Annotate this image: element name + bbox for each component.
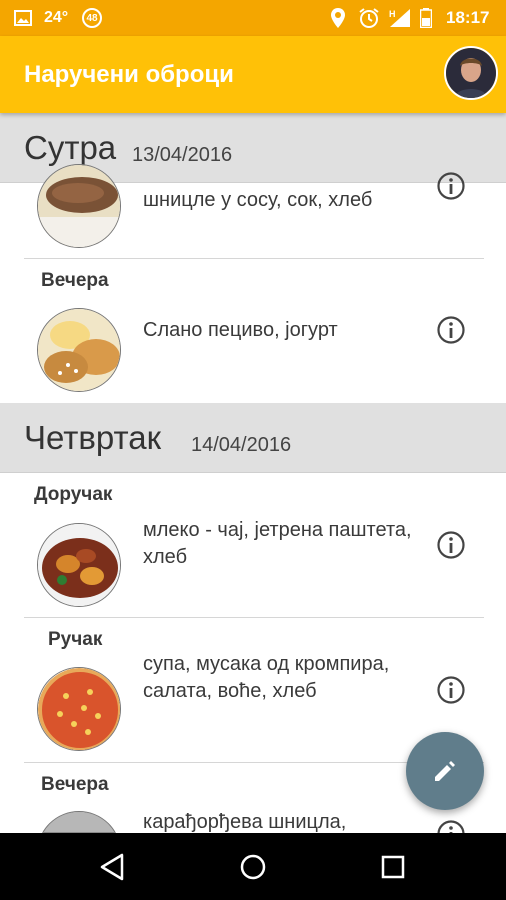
meal-description: млеко - чај, јетрена паштета, хлеб xyxy=(143,519,412,568)
meal-image xyxy=(37,164,121,248)
meal-label: Вечера xyxy=(41,270,109,291)
recents-icon[interactable] xyxy=(376,850,410,884)
meal-description: шницле у сосу, сок, хлеб xyxy=(143,189,373,211)
day-date: 13/04/2016 xyxy=(132,144,233,166)
network-type-text: H xyxy=(389,9,396,19)
info-icon[interactable] xyxy=(436,530,466,560)
divider xyxy=(24,258,484,259)
signal-icon: H xyxy=(388,0,412,36)
meal-image xyxy=(37,523,121,607)
meal-description: карађорђева шницла, xyxy=(143,811,347,833)
info-icon[interactable] xyxy=(436,819,466,833)
home-icon[interactable] xyxy=(236,850,270,884)
back-icon[interactable] xyxy=(96,850,130,884)
avatar[interactable] xyxy=(444,46,498,100)
day-date: 14/04/2016 xyxy=(191,434,292,456)
location-icon xyxy=(331,0,345,36)
alarm-icon xyxy=(358,0,380,36)
status-bar: 24° 48 H 18:17 xyxy=(0,0,506,36)
meal-label: Доручак xyxy=(34,484,113,505)
meal-label: Вечера xyxy=(41,774,109,795)
page-title: Наручени оброци xyxy=(24,61,234,88)
meal-image xyxy=(37,667,121,751)
notification-badge: 48 xyxy=(82,8,102,28)
edit-fab-button[interactable] xyxy=(406,732,484,810)
battery-icon xyxy=(420,0,432,36)
day-name: Сутра xyxy=(24,129,117,166)
temperature-text: 24° xyxy=(44,9,69,26)
pencil-icon xyxy=(435,761,455,781)
meal-image xyxy=(37,811,121,833)
meal-description: супа, мусака од кромпира, салата, воће, … xyxy=(143,653,390,702)
clock-text: 18:17 xyxy=(446,8,490,27)
info-icon[interactable] xyxy=(436,315,466,345)
divider xyxy=(24,617,484,618)
meal-list[interactable]: Сутра 13/04/2016 шницле у сосу, сок, хле… xyxy=(0,113,506,833)
app-bar: Наручени оброци xyxy=(0,36,506,113)
navigation-bar xyxy=(0,833,506,900)
meal-description: Слано пециво, јогурт xyxy=(143,319,338,341)
image-notification-icon xyxy=(14,0,32,36)
day-name: Четвртак xyxy=(24,419,162,456)
meal-image xyxy=(37,308,121,392)
info-icon[interactable] xyxy=(436,675,466,705)
info-icon[interactable] xyxy=(436,171,466,201)
meal-label: Ручак xyxy=(48,629,103,650)
day-header: Четвртак 14/04/2016 xyxy=(0,403,506,473)
